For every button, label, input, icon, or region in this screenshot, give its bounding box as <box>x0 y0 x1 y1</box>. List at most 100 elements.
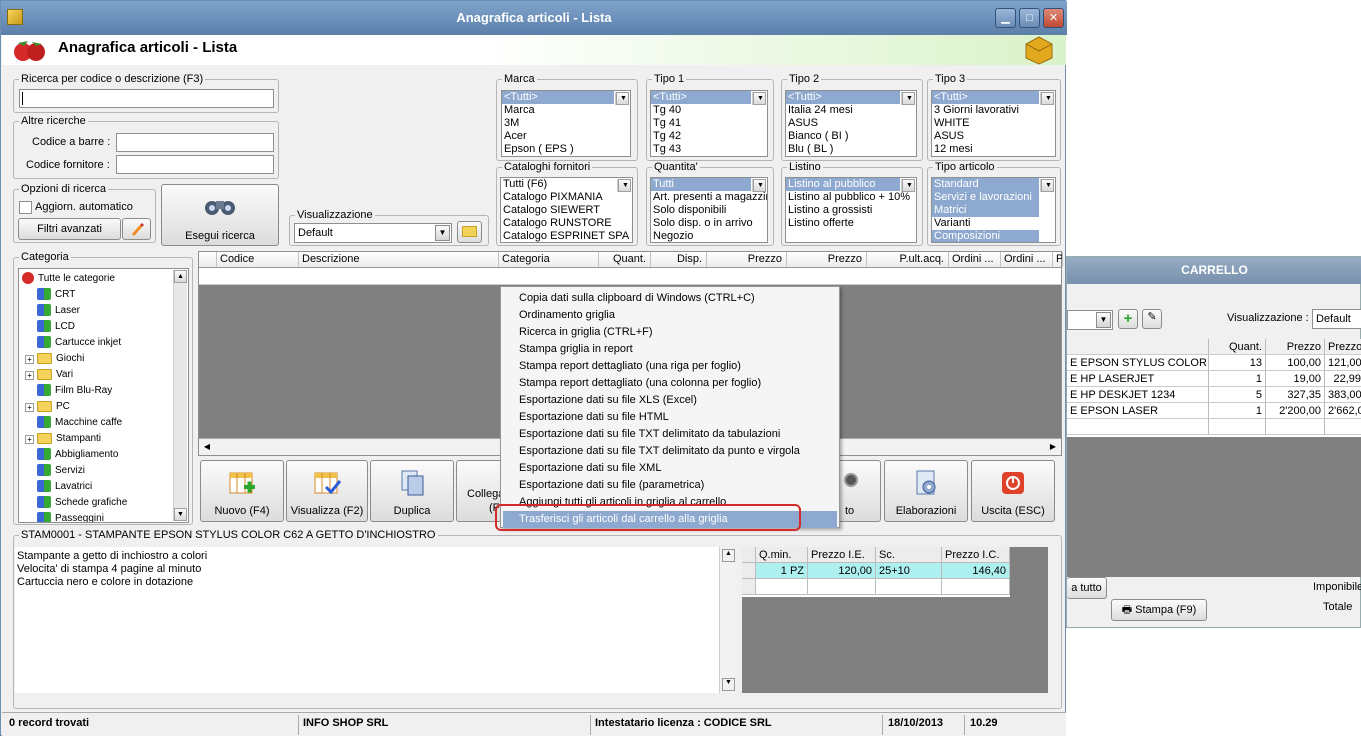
list-scrollbar[interactable]: ▲▼ <box>615 92 629 105</box>
context-menu-item[interactable]: Ricerca in griglia (CTRL+F) <box>503 324 837 341</box>
minimize-button[interactable]: ▁ <box>995 8 1016 28</box>
list-item[interactable]: <Tutti> <box>786 91 900 104</box>
list-item[interactable]: Catalogo ESPRINET SPA <box>501 230 629 242</box>
column-header[interactable]: Quant. <box>599 252 651 267</box>
context-menu-item[interactable]: Ordinamento griglia <box>503 307 837 324</box>
window-titlebar[interactable]: Anagrafica articoli - Lista <box>1 1 1067 35</box>
delete-all-button[interactable]: a tutto <box>1067 577 1107 599</box>
tree-item[interactable]: Film Blu-Ray <box>37 383 112 399</box>
tree-item[interactable]: LCD <box>37 319 75 335</box>
scroll-down-icon[interactable]: ▼ <box>1041 92 1054 105</box>
scroll-down-icon[interactable]: ▼ <box>616 92 629 105</box>
scroll-down-icon[interactable]: ▼ <box>753 92 766 105</box>
tree-item[interactable]: + Giochi <box>25 351 84 367</box>
list-item[interactable]: Catalogo RUNSTORE <box>501 217 616 230</box>
context-menu-item[interactable]: Stampa report dettagliato (una riga per … <box>503 358 837 375</box>
tipo3-list[interactable]: <Tutti> 3 Giorni lavorativi WHITE ASUS 12 me… <box>931 90 1056 157</box>
column-header[interactable]: Ordini ... <box>949 252 1001 267</box>
view-button[interactable]: Visualizza (F2) <box>286 460 368 522</box>
expand-icon[interactable]: + <box>25 403 34 412</box>
view-select[interactable]: Default ▼ <box>294 223 452 243</box>
context-menu-item[interactable]: Esportazione dati su file XLS (Excel) <box>503 392 837 409</box>
filter-edit-button[interactable] <box>122 218 151 240</box>
category-tree[interactable]: ▲ ▼ Tutte le categorie CRT Laser LCD Cartucce… <box>18 268 189 523</box>
tree-item[interactable]: Lavatrici <box>37 479 92 495</box>
price-grid[interactable]: Q.min. Prezzo I.E. Sc. Prezzo I.C. 1 PZ 120,0… <box>742 547 1048 693</box>
scroll-left-icon[interactable]: ◀ <box>199 439 215 455</box>
tipo-articolo-list[interactable]: Standard Servizi e lavorazioni Matrici Vari… <box>931 177 1056 243</box>
list-item[interactable]: <Tutti> <box>651 91 751 104</box>
context-menu-item[interactable]: Esportazione dati su file (parametrica) <box>503 477 837 494</box>
list-item[interactable]: 3M <box>502 117 614 130</box>
list-item[interactable]: Servizi e lavorazioni <box>932 191 1039 204</box>
tree-item[interactable]: Passeggini <box>37 511 104 522</box>
context-menu-item[interactable]: Esportazione dati su file HTML <box>503 409 837 426</box>
add-icon[interactable]: + <box>1118 309 1138 329</box>
column-header[interactable]: Ordini ... <box>1001 252 1053 267</box>
list-item[interactable]: Composizioni <box>932 230 1039 242</box>
scroll-down-icon[interactable]: ▼ <box>1041 179 1054 192</box>
list-item[interactable]: Acer <box>502 130 614 143</box>
column-header[interactable]: P.ult.acq. <box>867 252 949 267</box>
list-item[interactable]: Tutti (F6) <box>501 178 616 191</box>
elaborations-button[interactable]: Elaborazioni <box>884 460 968 522</box>
list-item[interactable]: Art. presenti a magazzino <box>651 191 767 204</box>
list-item[interactable]: Listino al pubblico <box>786 178 900 191</box>
list-item[interactable]: Tg 43 <box>651 143 751 156</box>
list-item[interactable]: ASUS <box>932 130 1039 143</box>
context-menu-item[interactable]: Esportazione dati su file XML <box>503 460 837 477</box>
scroll-down-icon[interactable]: ▼ <box>902 179 915 192</box>
scroll-right-icon[interactable]: ▶ <box>1045 439 1061 455</box>
tipo2-list[interactable]: <Tutti> Italia 24 mesi ASUS Bianco ( BI ) Bl… <box>785 90 917 157</box>
list-item[interactable]: Tg 40 <box>651 104 751 117</box>
tree-scrollbar[interactable]: ▲ ▼ <box>173 270 187 521</box>
column-header[interactable]: P <box>1053 252 1063 267</box>
list-scrollbar[interactable]: ▲▼ <box>752 179 766 192</box>
tree-item[interactable]: CRT <box>37 287 75 303</box>
advanced-filters-button[interactable]: Filtri avanzati <box>18 218 121 240</box>
list-scrollbar[interactable]: ▲▼ <box>901 179 915 192</box>
scroll-down-icon[interactable]: ▼ <box>722 678 735 691</box>
cart-view-select[interactable]: Default <box>1312 309 1361 329</box>
list-item[interactable]: Catalogo PIXMANIA <box>501 191 616 204</box>
tree-item[interactable]: Cartucce inkjet <box>37 335 121 351</box>
context-menu-item[interactable]: Esportazione dati su file TXT delimitato… <box>503 443 837 460</box>
list-scrollbar[interactable]: ▲▼ <box>1040 179 1054 192</box>
scroll-down-icon[interactable]: ▼ <box>618 179 631 192</box>
list-item[interactable]: Tg 41 <box>651 117 751 130</box>
list-item[interactable]: Matrici <box>932 204 1039 217</box>
search-input[interactable] <box>19 89 274 108</box>
list-scrollbar[interactable]: ▲▼ <box>752 92 766 105</box>
list-item[interactable]: Standard <box>932 178 1039 191</box>
scroll-up-icon[interactable]: ▲ <box>174 270 187 283</box>
maximize-button[interactable]: □ <box>1019 8 1040 28</box>
tree-item[interactable]: + Stampanti <box>25 431 101 447</box>
list-item[interactable]: 12 mesi <box>932 143 1039 156</box>
list-item[interactable]: Varianti <box>932 217 1039 230</box>
tree-item[interactable]: Servizi <box>37 463 85 479</box>
cart-titlebar[interactable]: CARRELLO <box>1067 257 1361 284</box>
tree-item[interactable]: Laser <box>37 303 80 319</box>
list-item[interactable]: <Tutti> <box>932 91 1039 104</box>
scroll-down-icon[interactable]: ▼ <box>902 92 915 105</box>
edit-icon[interactable]: ✎ <box>1142 309 1162 329</box>
list-item[interactable]: Epson ( EPS ) <box>502 143 614 156</box>
tree-item[interactable]: + PC <box>25 399 70 415</box>
list-item[interactable]: Bianco ( BI ) <box>786 130 900 143</box>
list-item[interactable]: WHITE <box>932 117 1039 130</box>
supplier-code-input[interactable] <box>116 155 274 174</box>
list-item[interactable]: Listino al pubblico + 10% <box>786 191 910 204</box>
context-menu-item[interactable]: Stampa griglia in report <box>503 341 837 358</box>
new-button[interactable]: Nuovo (F4) <box>200 460 284 522</box>
list-item[interactable]: Listino a grossisti <box>786 204 900 217</box>
print-button[interactable]: 🖶 Stampa (F9) <box>1111 599 1207 621</box>
barcode-input[interactable] <box>116 133 274 152</box>
scroll-down-icon[interactable]: ▼ <box>753 179 766 192</box>
list-item[interactable]: Italia 24 mesi <box>786 104 900 117</box>
scroll-up-icon[interactable]: ▲ <box>722 549 735 562</box>
exit-button[interactable]: Uscita (ESC) <box>971 460 1055 522</box>
detail-scrollbar[interactable]: ▲ ▼ <box>719 547 737 693</box>
execute-search-button[interactable]: Esegui ricerca <box>161 184 279 246</box>
list-item[interactable]: Solo disponibili <box>651 204 751 217</box>
list-item[interactable]: 3 Giorni lavorativi <box>932 104 1039 117</box>
